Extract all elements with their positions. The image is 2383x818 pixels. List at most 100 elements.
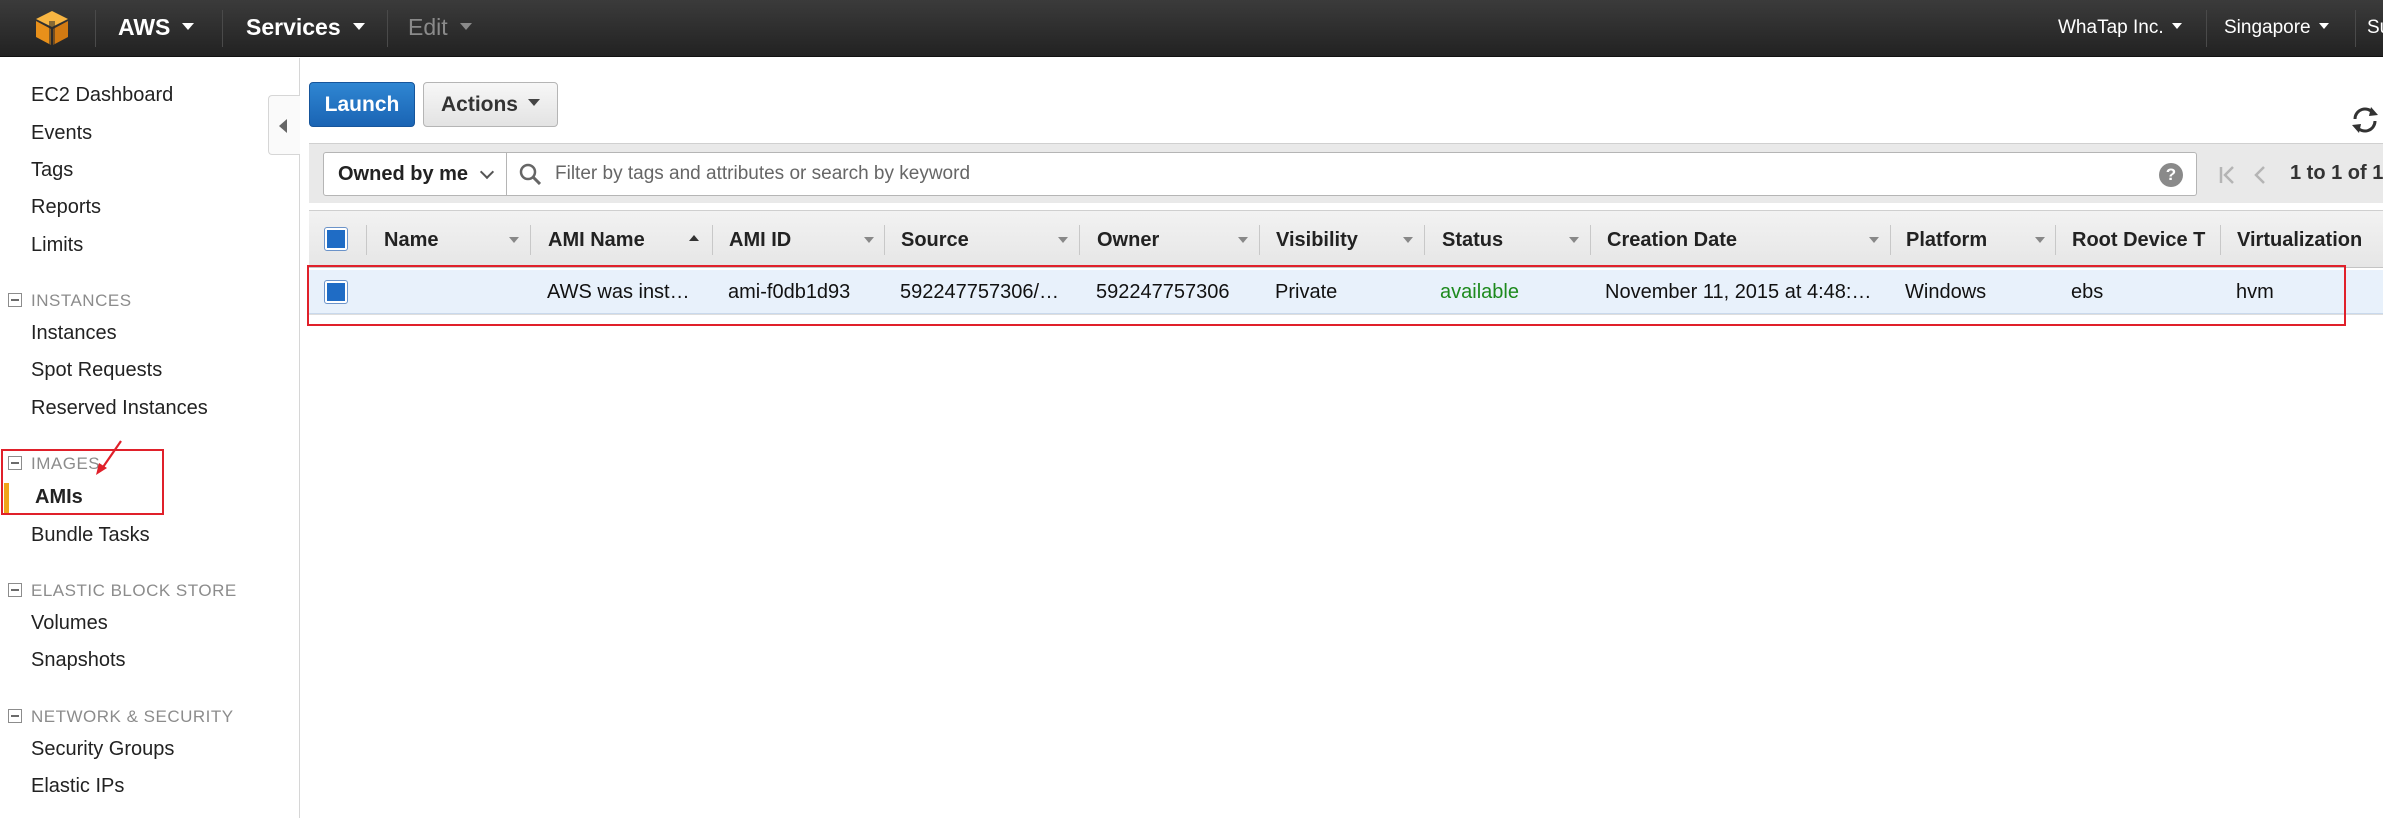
column-header-creation-date[interactable]: Creation Date <box>1607 211 1837 269</box>
sort-ascending-icon[interactable] <box>689 235 699 241</box>
caret-down-icon <box>2318 22 2329 29</box>
sort-down-icon[interactable] <box>1869 237 1879 243</box>
aws-menu[interactable]: AWS <box>118 0 195 57</box>
cell-owner: 592247757306 <box>1096 281 1230 303</box>
sidebar-item-tags[interactable]: Tags <box>31 159 73 182</box>
actions-button[interactable]: Actions <box>423 82 558 127</box>
select-all-checkbox[interactable] <box>324 227 348 251</box>
column-header-ami-name[interactable]: AMI Name <box>548 211 668 269</box>
owner-filter-value: Owned by me <box>338 163 469 185</box>
cell-root-device: ebs <box>2071 281 2104 303</box>
search-icon <box>519 163 541 185</box>
sort-down-icon[interactable] <box>1569 237 1579 243</box>
aws-menu-label: AWS <box>118 14 171 40</box>
row-checkbox[interactable] <box>324 280 348 304</box>
cell-ami-id: ami-f0db1d93 <box>728 281 851 303</box>
column-header-source[interactable]: Source <box>901 211 1011 269</box>
column-header-ami-id[interactable]: AMI ID <box>729 211 839 269</box>
row-divider <box>309 314 2383 315</box>
topbar-divider <box>95 10 96 47</box>
cell-ami-name: AWS was inst… <box>547 281 690 303</box>
sidebar-section-elastic-block-store[interactable]: ELASTIC BLOCK STORE <box>8 581 237 601</box>
sidebar-section-title: INSTANCES <box>31 291 132 310</box>
sidebar-item-limits[interactable]: Limits <box>31 234 83 257</box>
caret-down-icon <box>2171 22 2182 29</box>
column-header-status[interactable]: Status <box>1442 211 1552 269</box>
region-menu[interactable]: Singapore <box>2224 0 2329 57</box>
caret-down-icon <box>182 23 195 31</box>
sidebar-item-ec2-dashboard[interactable]: EC2 Dashboard <box>31 84 173 107</box>
table-row[interactable]: AWS was inst… ami-f0db1d93 592247757306/… <box>309 270 2383 314</box>
support-menu[interactable]: Su <box>2367 0 2383 57</box>
topbar-divider <box>387 10 388 47</box>
column-header-visibility[interactable]: Visibility <box>1276 211 1386 269</box>
launch-button[interactable]: Launch <box>309 82 415 127</box>
sidebar-item-reserved-instances[interactable]: Reserved Instances <box>31 397 208 420</box>
sidebar-section-network-security[interactable]: NETWORK & SECURITY <box>8 707 234 727</box>
column-divider <box>1590 225 1591 255</box>
first-page-icon[interactable] <box>2218 163 2238 187</box>
sidebar-item-reports[interactable]: Reports <box>31 196 101 219</box>
chevron-down-icon <box>479 164 495 180</box>
column-divider <box>1259 225 1260 255</box>
actions-button-label: Actions <box>440 93 518 116</box>
sort-down-icon[interactable] <box>1403 237 1413 243</box>
sidebar-item-security-groups[interactable]: Security Groups <box>31 738 174 761</box>
column-divider <box>2055 225 2056 255</box>
previous-page-icon[interactable] <box>2252 163 2268 187</box>
column-header-virtualization[interactable]: Virtualization <box>2237 211 2383 269</box>
column-divider <box>366 225 367 255</box>
owner-filter-dropdown[interactable]: Owned by me <box>323 152 507 196</box>
pagination-text: 1 to 1 of 1 <box>2290 162 2383 184</box>
help-icon[interactable]: ? <box>2159 163 2183 187</box>
search-box: ? <box>507 152 2197 196</box>
sort-down-icon[interactable] <box>1238 237 1248 243</box>
column-header-root-device-type[interactable]: Root Device T <box>2072 211 2222 269</box>
region-menu-label: Singapore <box>2224 17 2311 38</box>
sort-down-icon[interactable] <box>2035 237 2045 243</box>
sidebar-item-bundle-tasks[interactable]: Bundle Tasks <box>31 524 150 547</box>
sidebar-section-images[interactable]: IMAGES <box>8 454 100 474</box>
sidebar-section-instances[interactable]: INSTANCES <box>8 291 132 311</box>
top-navigation-bar: AWS Services Edit WhaTap Inc. Singapore … <box>0 0 2383 57</box>
sidebar-section-title: ELASTIC BLOCK STORE <box>31 581 237 600</box>
services-menu-label: Services <box>246 14 341 40</box>
aws-cube-logo-icon[interactable] <box>32 9 72 47</box>
column-divider <box>884 225 885 255</box>
services-menu[interactable]: Services <box>246 0 365 57</box>
sidebar-item-amis[interactable]: AMIs <box>35 486 83 509</box>
search-input[interactable] <box>555 159 2115 189</box>
collapse-minus-icon <box>8 456 22 470</box>
cell-creation-date: November 11, 2015 at 4:48:… <box>1605 281 1872 303</box>
cell-name <box>384 270 524 314</box>
sort-down-icon[interactable] <box>864 237 874 243</box>
column-divider <box>1424 225 1425 255</box>
table-header: Name AMI Name AMI ID Source Owner Visibi… <box>309 210 2383 268</box>
active-item-indicator <box>4 483 9 513</box>
sort-down-icon[interactable] <box>509 237 519 243</box>
cell-virtualization: hvm <box>2236 281 2274 303</box>
column-header-name[interactable]: Name <box>384 211 474 269</box>
refresh-icon[interactable] <box>2349 104 2381 136</box>
sidebar-item-snapshots[interactable]: Snapshots <box>31 649 126 672</box>
sort-down-icon[interactable] <box>1058 237 1068 243</box>
column-header-owner[interactable]: Owner <box>1097 211 1207 269</box>
topbar-divider <box>2206 10 2207 47</box>
account-menu[interactable]: WhaTap Inc. <box>2058 0 2182 57</box>
ec2-sidebar: EC2 Dashboard Events Tags Reports Limits… <box>0 58 300 818</box>
edit-menu[interactable]: Edit <box>408 0 472 57</box>
topbar-divider <box>2355 10 2356 47</box>
cell-status: available <box>1440 281 1519 303</box>
collapse-sidebar-button[interactable] <box>268 95 300 155</box>
column-divider <box>1079 225 1080 255</box>
column-divider <box>1890 225 1891 255</box>
sidebar-item-events[interactable]: Events <box>31 122 92 145</box>
support-menu-label: Su <box>2367 17 2383 38</box>
sidebar-item-instances[interactable]: Instances <box>31 322 117 345</box>
column-header-platform[interactable]: Platform <box>1906 211 2026 269</box>
sidebar-item-volumes[interactable]: Volumes <box>31 612 108 635</box>
sidebar-item-spot-requests[interactable]: Spot Requests <box>31 359 162 382</box>
collapse-minus-icon <box>8 293 22 307</box>
sidebar-section-title: NETWORK & SECURITY <box>31 707 234 726</box>
sidebar-item-elastic-ips[interactable]: Elastic IPs <box>31 775 124 798</box>
